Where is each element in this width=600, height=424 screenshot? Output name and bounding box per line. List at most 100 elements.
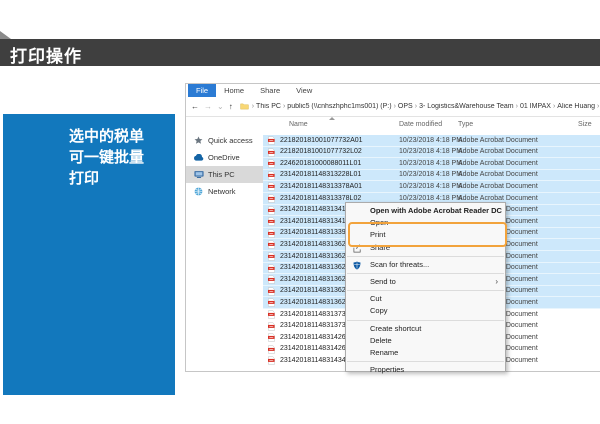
up-arrow-icon[interactable]: ↑ — [229, 102, 233, 111]
file-date: 10/23/2018 4:18 PM — [399, 171, 462, 178]
pdf-file-icon — [268, 148, 275, 157]
menu-separator — [347, 273, 504, 274]
menu-item-label: Create shortcut — [370, 324, 421, 333]
context-menu-item-open-with-adobe-acrobat-reader-dc[interactable]: Open with Adobe Acrobat Reader DC — [346, 205, 505, 217]
breadcrumb-segment-3-logistics-warehouse-team[interactable]: 3- Logistics&Warehouse Team — [419, 103, 514, 110]
context-menu-item-send-to[interactable]: Send to › — [346, 276, 505, 288]
file-name: 221820181001077732A01 — [280, 137, 363, 144]
file-name: 221820181001077732L02 — [280, 148, 362, 155]
breadcrumb-separator-icon: › — [597, 103, 599, 110]
breadcrumb-separator-icon: › — [394, 103, 396, 110]
pdf-file-icon — [268, 229, 275, 238]
pdf-file-icon — [268, 275, 275, 284]
monitor-icon — [193, 170, 204, 179]
file-date: 10/23/2018 4:18 PM — [399, 160, 462, 167]
file-name: 231420181148313378L02 — [280, 195, 361, 202]
forward-arrow-icon[interactable]: → — [204, 102, 212, 111]
menu-item-label: Scan for threats... — [370, 260, 429, 269]
ribbon-tab-view[interactable]: View — [288, 84, 320, 97]
menu-item-label: Send to — [370, 277, 396, 286]
shield-icon — [353, 261, 361, 270]
file-row[interactable]: 221820181001077732L02 10/23/2018 4:18 PMA… — [263, 147, 600, 159]
file-date: 10/23/2018 4:18 PM — [399, 148, 462, 155]
breadcrumb-segment-this-pc[interactable]: This PC — [256, 103, 281, 110]
pdf-file-icon — [268, 217, 275, 226]
sort-ascending-icon — [329, 117, 335, 120]
pdf-file-icon — [268, 252, 275, 261]
note-line: 选中的税单 — [69, 126, 144, 147]
chevron-down-icon[interactable]: ⌄ — [217, 102, 224, 111]
back-arrow-icon[interactable]: ← — [191, 102, 199, 111]
menu-separator — [347, 256, 504, 257]
menu-item-label: Open with Adobe Acrobat Reader DC — [370, 206, 502, 215]
breadcrumb-separator-icon: › — [553, 103, 555, 110]
ribbon-tab-bar: FileHomeShareView — [186, 84, 600, 97]
sidebar-item-label: This PC — [208, 170, 235, 179]
context-menu-item-properties[interactable]: Properties — [346, 364, 505, 376]
file-type: Adobe Acrobat Document — [458, 183, 538, 190]
file-date: 10/23/2018 4:18 PM — [399, 183, 462, 190]
menu-separator — [347, 320, 504, 321]
banner-fold-decoration — [0, 31, 11, 39]
pdf-file-icon — [268, 171, 275, 180]
submenu-arrow-icon: › — [495, 276, 498, 288]
star-icon — [193, 136, 204, 145]
sidebar-item-this-pc[interactable]: This PC — [186, 166, 263, 183]
context-menu-item-copy[interactable]: Copy — [346, 305, 505, 317]
context-menu-item-cut[interactable]: Cut — [346, 293, 505, 305]
file-date: 10/23/2018 4:18 PM — [399, 195, 462, 202]
menu-item-label: Copy — [370, 306, 388, 315]
pdf-file-icon — [268, 345, 275, 354]
file-name: 224620181000088011L01 — [280, 160, 361, 167]
column-header-type[interactable]: Type — [458, 121, 473, 128]
context-menu-item-create-shortcut[interactable]: Create shortcut — [346, 323, 505, 335]
page-title: 打印操作 — [10, 42, 82, 67]
sidebar-item-label: OneDrive — [208, 153, 240, 162]
context-menu-item-delete[interactable]: Delete — [346, 335, 505, 347]
file-date: 10/23/2018 4:18 PM — [399, 137, 462, 144]
file-type: Adobe Acrobat Document — [458, 171, 538, 178]
sidebar-item-label: Network — [208, 187, 236, 196]
ribbon-tab-home[interactable]: Home — [216, 84, 252, 97]
sidebar-item-onedrive[interactable]: OneDrive — [186, 149, 263, 166]
menu-item-label: Rename — [370, 348, 398, 357]
file-type: Adobe Acrobat Document — [458, 195, 538, 202]
column-header-name[interactable]: Name — [289, 121, 308, 128]
navigation-pane: Quick access OneDrive This PC Network — [186, 118, 263, 371]
sidebar-item-quick-access[interactable]: Quick access — [186, 132, 263, 149]
ribbon-tab-file[interactable]: File — [188, 84, 216, 97]
column-header-date[interactable]: Date modified — [399, 121, 442, 128]
column-header-size[interactable]: Size — [578, 121, 592, 128]
pdf-file-icon — [268, 264, 275, 273]
pdf-file-icon — [268, 206, 275, 215]
context-menu-item-scan-for-threats[interactable]: Scan for threats... — [346, 259, 505, 271]
breadcrumb-segment-ops[interactable]: OPS — [398, 103, 413, 110]
breadcrumb-separator-icon: › — [415, 103, 417, 110]
file-row[interactable]: 231420181148313378A0110/23/2018 4:18 PMA… — [263, 181, 600, 193]
globe-icon — [193, 187, 204, 196]
context-menu-item-rename[interactable]: Rename — [346, 347, 505, 359]
breadcrumb-segment-public5-cnhszhphc1ms001-p[interactable]: public5 (\\cnhszhphc1ms001) (P:) — [287, 103, 391, 110]
file-type: Adobe Acrobat Document — [458, 148, 538, 155]
file-row[interactable]: 224620181000088011L01 10/23/2018 4:18 PMA… — [263, 158, 600, 170]
pdf-file-icon — [268, 194, 275, 203]
pdf-file-icon — [268, 356, 275, 365]
print-highlight-annotation — [348, 222, 507, 247]
ribbon-tab-share[interactable]: Share — [252, 84, 288, 97]
sidebar-item-network[interactable]: Network — [186, 183, 263, 200]
breadcrumb-segment-alice-huang[interactable]: Alice Huang — [557, 103, 595, 110]
pdf-file-icon — [268, 240, 275, 249]
breadcrumb-segment-01-impax[interactable]: 01 IMPAX — [520, 103, 551, 110]
pdf-file-icon — [268, 159, 275, 168]
file-type: Adobe Acrobat Document — [458, 160, 538, 167]
cloud-icon — [193, 154, 204, 161]
file-row[interactable]: 221820181001077732A0110/23/2018 4:18 PMA… — [263, 135, 600, 147]
pdf-file-icon — [268, 322, 275, 331]
list-column-headers: Name Date modified Type Size — [263, 116, 600, 135]
folder-icon — [240, 103, 249, 110]
note-line: 打印 — [69, 168, 144, 189]
pdf-file-icon — [268, 136, 275, 145]
pdf-file-icon — [268, 287, 275, 296]
file-row[interactable]: 231420181148313228L0110/23/2018 4:18 PMA… — [263, 170, 600, 182]
pdf-file-icon — [268, 310, 275, 319]
